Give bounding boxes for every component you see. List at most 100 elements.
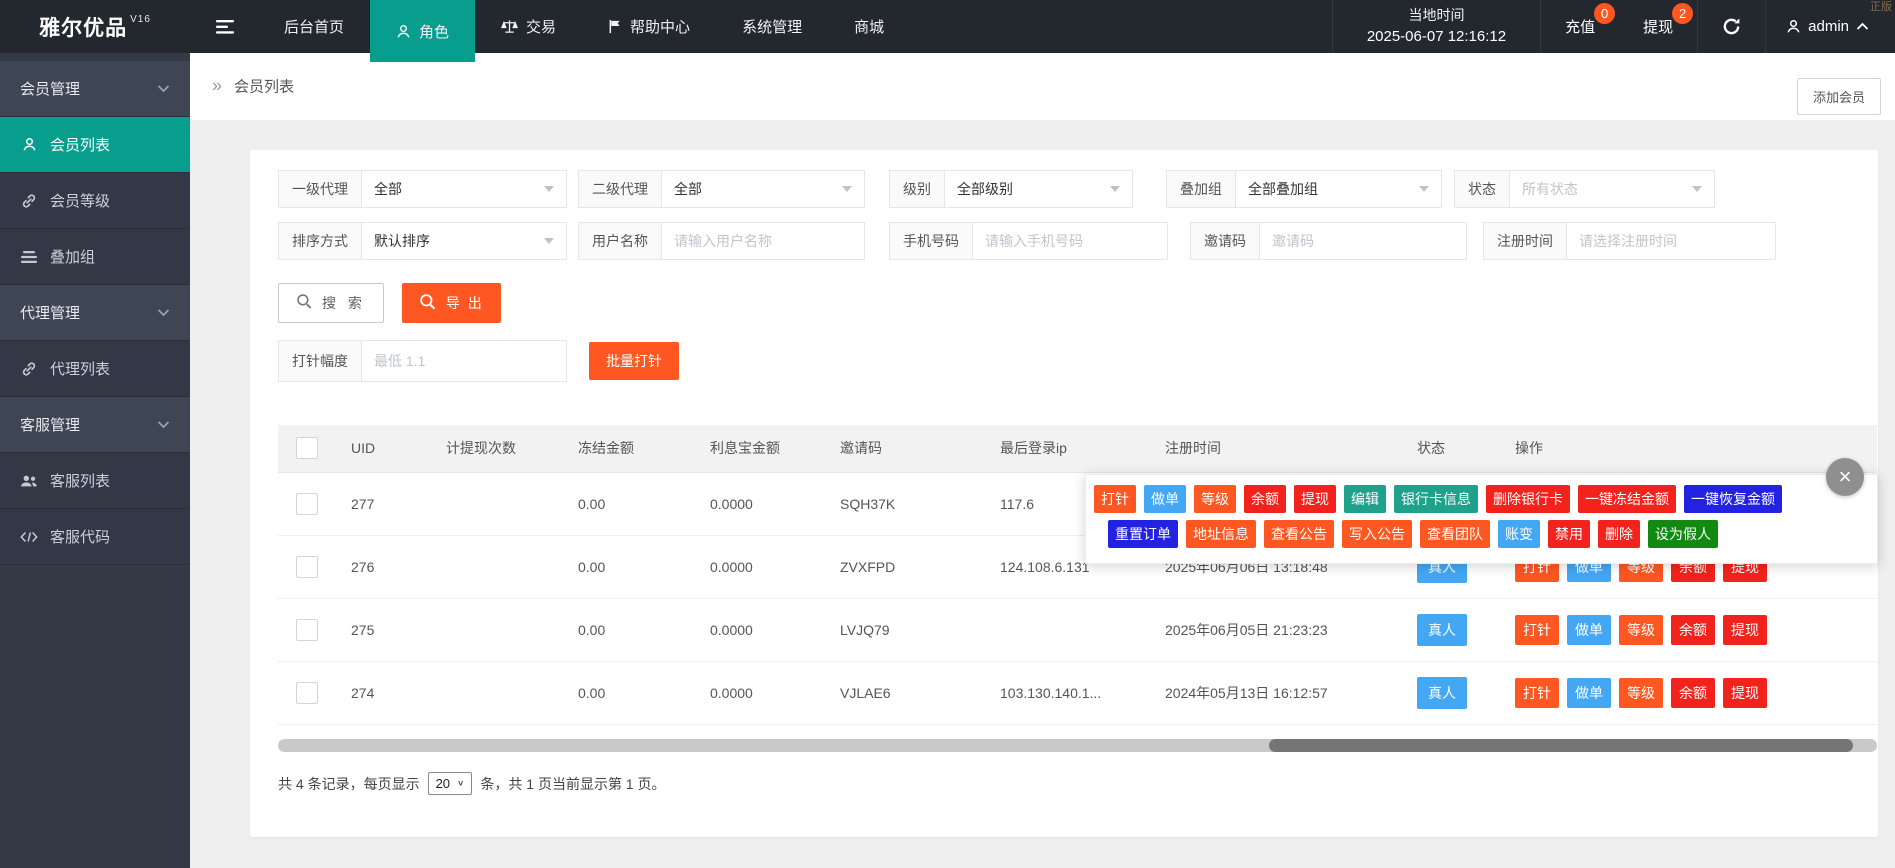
row-checkbox[interactable] xyxy=(296,619,318,641)
popup-action-button[interactable]: 重置订单 xyxy=(1108,520,1178,548)
filter-stack-group: 叠加组全部叠加组 xyxy=(1166,170,1442,208)
row-action-button[interactable]: 做单 xyxy=(1567,678,1611,708)
local-time-label: 当地时间 xyxy=(1408,5,1464,25)
sidebar-toggle-icon[interactable] xyxy=(205,0,245,53)
popup-action-button[interactable]: 地址信息 xyxy=(1186,520,1256,548)
filter-sort-order-select[interactable]: 默认排序 xyxy=(362,223,566,259)
row-action-button[interactable]: 余额 xyxy=(1671,615,1715,645)
filter-username: 用户名称 xyxy=(578,222,865,260)
popup-action-button[interactable]: 打针 xyxy=(1094,485,1136,513)
sidebar-group-member-management[interactable]: 会员管理 xyxy=(0,61,190,117)
table-row: 2740.000.0000VJLAE6103.130.140.1...2024年… xyxy=(278,661,1877,724)
row-action-button[interactable]: 打针 xyxy=(1515,615,1559,645)
sidebar-item-support-list[interactable]: 客服列表 xyxy=(0,453,190,509)
filter-username-input[interactable] xyxy=(662,223,864,259)
sidebar-item-label: 客服代码 xyxy=(50,526,110,547)
popup-action-button[interactable]: 设为假人 xyxy=(1648,520,1718,548)
filter-status-select[interactable]: 所有状态 xyxy=(1510,171,1714,207)
row-checkbox[interactable] xyxy=(296,682,318,704)
sidebar-group-label: 代理管理 xyxy=(20,302,80,323)
sidebar-item-support-code[interactable]: 客服代码 xyxy=(0,509,190,565)
popup-action-button[interactable]: 删除银行卡 xyxy=(1486,485,1570,513)
popup-action-button[interactable]: 做单 xyxy=(1144,485,1186,513)
inject-range-input[interactable] xyxy=(362,341,566,381)
row-action-button[interactable]: 提现 xyxy=(1723,678,1767,708)
nav-item-help-center[interactable]: 帮助中心 xyxy=(582,0,716,53)
horizontal-scrollbar[interactable] xyxy=(278,739,1877,752)
sidebar-item-member-level[interactable]: 会员等级 xyxy=(0,173,190,229)
nav-item-home[interactable]: 后台首页 xyxy=(258,0,370,53)
popup-action-button[interactable]: 提现 xyxy=(1294,485,1336,513)
withdraw-link[interactable]: 提现 2 xyxy=(1619,0,1698,53)
filter-register-time: 注册时间 xyxy=(1483,222,1776,260)
export-button[interactable]: 导 出 xyxy=(402,283,501,323)
cell: 0.0000 xyxy=(695,472,825,535)
export-button-label: 导 出 xyxy=(446,293,484,313)
row-checkbox[interactable] xyxy=(296,493,318,515)
row-action-button[interactable]: 打针 xyxy=(1515,678,1559,708)
dropdown-caret-icon xyxy=(842,186,852,192)
sidebar-item-label: 客服列表 xyxy=(50,470,110,491)
cell: 275 xyxy=(336,598,431,661)
select-all-checkbox[interactable] xyxy=(296,437,318,459)
sidebar-item-agent-list[interactable]: 代理列表 xyxy=(0,341,190,397)
link-icon xyxy=(20,193,38,209)
filter-register-time-input[interactable] xyxy=(1567,223,1775,259)
popup-action-button[interactable]: 删除 xyxy=(1598,520,1640,548)
row-action-button[interactable]: 余额 xyxy=(1671,678,1715,708)
sidebar-item-stack-group[interactable]: 叠加组 xyxy=(0,229,190,285)
sidebar-item-member-list[interactable]: 会员列表 xyxy=(0,117,190,173)
nav-item-trade[interactable]: 交易 xyxy=(475,0,582,53)
popup-action-button[interactable]: 等级 xyxy=(1194,485,1236,513)
popup-action-button[interactable]: 查看团队 xyxy=(1420,520,1490,548)
nav-item-label: 帮助中心 xyxy=(630,16,690,37)
popup-action-button[interactable]: 账变 xyxy=(1498,520,1540,548)
popup-action-button[interactable]: 银行卡信息 xyxy=(1394,485,1478,513)
refresh-icon xyxy=(1722,17,1741,36)
local-time-value: 2025-06-07 12:16:12 xyxy=(1367,26,1506,48)
column-header: 状态 xyxy=(1402,425,1500,472)
row-action-button[interactable]: 提现 xyxy=(1723,615,1767,645)
filter-stack-group-select[interactable]: 全部叠加组 xyxy=(1236,171,1441,207)
row-checkbox[interactable] xyxy=(296,556,318,578)
nav-item-roles[interactable]: 角色 xyxy=(370,0,475,62)
popup-action-button[interactable]: 一键恢复金额 xyxy=(1684,485,1782,513)
row-actions-popup: 打针做单等级余额提现编辑银行卡信息删除银行卡一键冻结金额一键恢复金额重置订单地址… xyxy=(1085,474,1878,564)
dropdown-caret-icon xyxy=(1419,186,1429,192)
popup-close-button[interactable]: × xyxy=(1826,458,1864,496)
filter-second-agent-select[interactable]: 全部 xyxy=(662,171,864,207)
sidebar-group-agent-management[interactable]: 代理管理 xyxy=(0,285,190,341)
status-badge[interactable]: 真人 xyxy=(1417,677,1467,709)
chevron-up-icon xyxy=(1856,22,1869,31)
refresh-button[interactable] xyxy=(1698,0,1766,53)
popup-action-button[interactable]: 禁用 xyxy=(1548,520,1590,548)
username: admin xyxy=(1808,18,1849,35)
filter-level-select[interactable]: 全部级别 xyxy=(945,171,1132,207)
popup-action-button[interactable]: 余额 xyxy=(1244,485,1286,513)
add-member-button[interactable]: 添加会员 xyxy=(1797,78,1881,115)
status-badge[interactable]: 真人 xyxy=(1417,614,1467,646)
filter-invite-code-input[interactable] xyxy=(1260,223,1466,259)
search-button[interactable]: 搜 索 xyxy=(278,283,384,323)
nav-item-mall[interactable]: 商城 xyxy=(828,0,910,53)
popup-action-button[interactable]: 编辑 xyxy=(1344,485,1386,513)
row-action-button[interactable]: 等级 xyxy=(1619,678,1663,708)
filter-first-agent-select[interactable]: 全部 xyxy=(362,171,566,207)
popup-action-button[interactable]: 一键冻结金额 xyxy=(1578,485,1676,513)
sidebar-group-support-management[interactable]: 客服管理 xyxy=(0,397,190,453)
chevron-down-icon xyxy=(157,308,170,317)
popup-action-button[interactable]: 查看公告 xyxy=(1264,520,1334,548)
recharge-link[interactable]: 充值 0 xyxy=(1541,0,1619,53)
nav-item-system[interactable]: 系统管理 xyxy=(716,0,828,53)
row-action-button[interactable]: 做单 xyxy=(1567,615,1611,645)
scrollbar-thumb[interactable] xyxy=(1269,739,1853,752)
filter-phone-input[interactable] xyxy=(973,223,1167,259)
sidebar-item-label: 叠加组 xyxy=(50,246,95,267)
popup-action-button[interactable]: 写入公告 xyxy=(1342,520,1412,548)
page-size-select[interactable]: 20∨ xyxy=(428,772,473,795)
batch-inject-button[interactable]: 批量打针 xyxy=(589,342,679,380)
page: 雅尔优品V16 后台首页角色交易帮助中心系统管理商城 当地时间 2025-06-… xyxy=(0,0,1895,868)
cell: 0.00 xyxy=(563,598,695,661)
inject-range-group: 打针幅度 xyxy=(278,340,567,382)
row-action-button[interactable]: 等级 xyxy=(1619,615,1663,645)
